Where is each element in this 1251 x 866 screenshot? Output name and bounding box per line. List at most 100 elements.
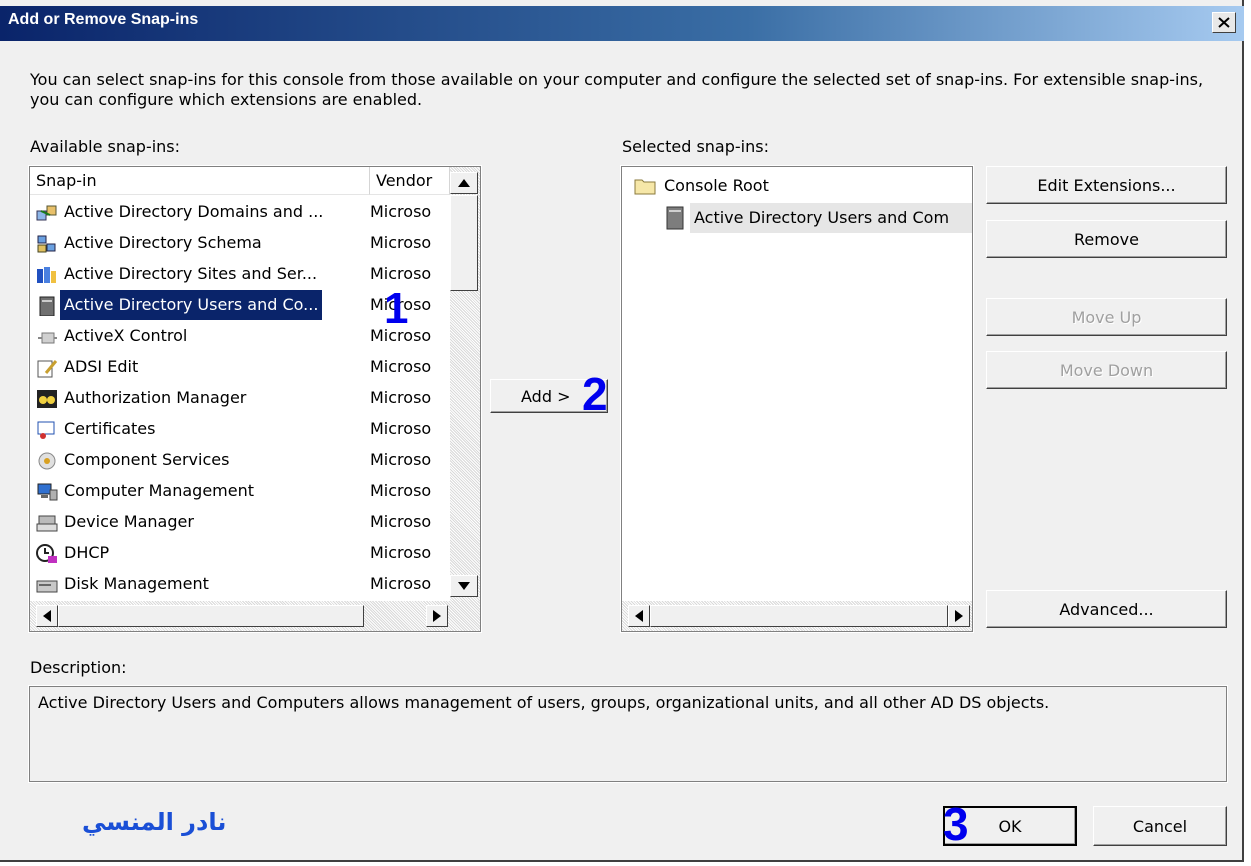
- advanced-label: Advanced...: [1059, 599, 1154, 619]
- snapin-vendor: Microso: [370, 388, 432, 407]
- snapin-vendor: Microso: [370, 512, 432, 531]
- available-snapins-list[interactable]: Snap-in Vendor Active Directory Domains …: [28, 165, 482, 633]
- move-down-label: Move Down: [1059, 360, 1154, 380]
- scroll-up-button[interactable]: [450, 172, 478, 194]
- component-services-icon: [36, 451, 58, 471]
- snapin-name: Authorization Manager: [64, 388, 247, 407]
- snapin-row[interactable]: Authorization Manager Microso: [30, 383, 450, 413]
- vertical-scrollbar[interactable]: [450, 167, 480, 607]
- snapin-name: ActiveX Control: [64, 326, 188, 345]
- schema-icon: [36, 234, 58, 254]
- snapin-vendor: Microso: [370, 202, 432, 221]
- snapin-vendor: Microso: [370, 450, 432, 469]
- users-computers-label: Active Directory Users and Com: [690, 203, 972, 233]
- selected-hscroll-thumb[interactable]: [650, 605, 948, 627]
- arrow-right-icon: [955, 610, 963, 622]
- scroll-down-button[interactable]: [450, 575, 478, 597]
- snapin-row[interactable]: Component Services Microso: [30, 445, 450, 475]
- snapin-name: Computer Management: [64, 481, 255, 500]
- move-up-button[interactable]: Move Up: [986, 298, 1227, 336]
- snapin-row[interactable]: Device Manager Microso: [30, 507, 450, 537]
- description-box: Active Directory Users and Computers all…: [28, 685, 1228, 783]
- arrow-right-icon: [433, 610, 441, 622]
- disk-management-icon: [36, 575, 58, 595]
- snapin-vendor: Microso: [370, 481, 432, 500]
- selected-label: Selected snap-ins:: [622, 137, 769, 156]
- selected-scroll-left-button[interactable]: [628, 605, 650, 627]
- selected-snapins-tree[interactable]: Console Root Active Directory Users and …: [620, 165, 974, 633]
- add-remove-snapins-dialog: Add or Remove Snap-ins You can select sn…: [0, 0, 1244, 862]
- snapin-row[interactable]: Computer Management Microso: [30, 476, 450, 506]
- scroll-left-button[interactable]: [36, 605, 58, 627]
- arrow-up-icon: [458, 179, 470, 187]
- window-title: Add or Remove Snap-ins: [8, 11, 199, 28]
- console-root-label: Console Root: [664, 176, 769, 195]
- snapin-vendor: Microso: [370, 543, 432, 562]
- arrow-left-icon: [43, 610, 51, 622]
- arrow-left-icon: [635, 610, 643, 622]
- edit-extensions-label: Edit Extensions...: [1037, 175, 1176, 195]
- selected-horizontal-scrollbar[interactable]: [622, 601, 972, 631]
- scroll-right-button[interactable]: [426, 605, 448, 627]
- snapin-name: Component Services: [64, 450, 230, 469]
- certificates-icon: [36, 420, 58, 440]
- horizontal-scrollbar[interactable]: [30, 601, 480, 631]
- snapin-vendor: Microso: [370, 419, 432, 438]
- remove-button[interactable]: Remove: [986, 220, 1227, 258]
- ok-label: OK: [998, 816, 1022, 836]
- snapin-name: Active Directory Sites and Ser...: [64, 264, 318, 283]
- snapin-vendor: Microso: [370, 233, 432, 252]
- activex-icon: [36, 327, 58, 347]
- snapin-name: Active Directory Users and Co...: [60, 290, 323, 320]
- users-computers-icon: [36, 296, 58, 317]
- move-down-button[interactable]: Move Down: [986, 351, 1227, 389]
- arrow-down-icon: [458, 582, 470, 590]
- close-icon: [1218, 17, 1230, 28]
- tree-node-users-computers[interactable]: Active Directory Users and Com: [666, 203, 972, 233]
- snapin-name: Disk Management: [64, 574, 209, 593]
- annotation-step-3: 3: [943, 798, 969, 850]
- cancel-button[interactable]: Cancel: [1093, 806, 1227, 846]
- device-manager-icon: [36, 513, 58, 533]
- snapin-row[interactable]: Certificates Microso: [30, 414, 450, 444]
- move-up-label: Move Up: [1071, 307, 1142, 327]
- computer-management-icon: [36, 482, 58, 502]
- dhcp-icon: [36, 544, 58, 564]
- snapin-row[interactable]: ADSI Edit Microso: [30, 352, 450, 382]
- snapin-vendor: Microso: [370, 357, 432, 376]
- snapin-name: Device Manager: [64, 512, 194, 531]
- snapin-name: Active Directory Domains and ...: [64, 202, 324, 221]
- description-text: Active Directory Users and Computers all…: [38, 693, 1050, 712]
- snapin-row[interactable]: Active Directory Domains and ... Microso: [30, 197, 450, 227]
- intro-text: You can select snap-ins for this console…: [30, 70, 1204, 109]
- close-button[interactable]: [1212, 12, 1236, 33]
- column-header-vendor[interactable]: Vendor: [370, 167, 450, 195]
- available-label: Available snap-ins:: [30, 137, 181, 156]
- sites-services-icon: [36, 265, 58, 285]
- cancel-label: Cancel: [1132, 816, 1188, 836]
- annotation-step-1: 1: [384, 284, 409, 333]
- snapin-name: ADSI Edit: [64, 357, 139, 376]
- domains-trusts-icon: [36, 203, 58, 223]
- snapin-name: DHCP: [64, 543, 110, 562]
- description-label: Description:: [30, 658, 127, 677]
- title-bar[interactable]: Add or Remove Snap-ins: [0, 6, 1244, 41]
- remove-label: Remove: [1074, 229, 1139, 249]
- scroll-thumb[interactable]: [450, 195, 478, 291]
- add-button-label: Add >: [521, 386, 571, 406]
- hscroll-thumb[interactable]: [58, 605, 364, 627]
- adsi-edit-icon: [36, 358, 58, 378]
- folder-icon: [634, 179, 656, 195]
- snapin-name: Active Directory Schema: [64, 233, 262, 252]
- edit-extensions-button[interactable]: Edit Extensions...: [986, 166, 1227, 204]
- snapin-row[interactable]: Active Directory Schema Microso: [30, 228, 450, 258]
- authorization-manager-icon: [36, 389, 58, 409]
- snapin-row[interactable]: DHCP Microso: [30, 538, 450, 568]
- author-signature: نادر المنسي: [82, 808, 227, 836]
- column-header-snapin[interactable]: Snap-in: [30, 167, 370, 195]
- selected-scroll-right-button[interactable]: [948, 605, 970, 627]
- advanced-button[interactable]: Advanced...: [986, 590, 1227, 628]
- snapin-row[interactable]: Disk Management Microso: [30, 569, 450, 599]
- snapin-name: Certificates: [64, 419, 156, 438]
- annotation-step-2: 2: [582, 368, 608, 420]
